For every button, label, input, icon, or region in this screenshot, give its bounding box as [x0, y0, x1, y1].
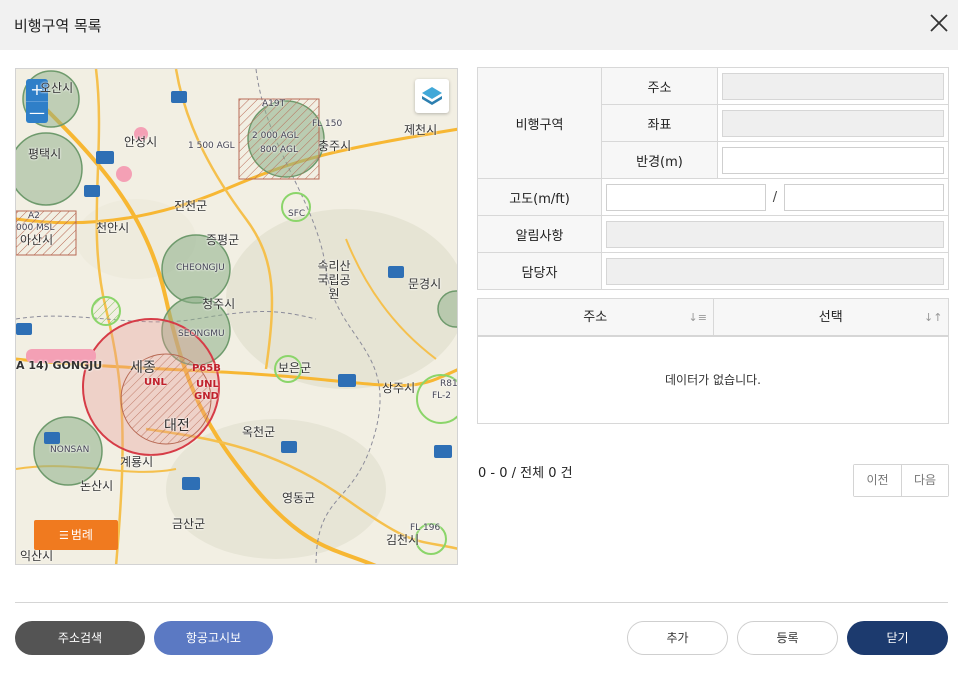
menu-icon: ☰	[59, 529, 69, 542]
map-label-okcheon: 옥천군	[242, 425, 276, 439]
empty-message: 데이터가 없습니다.	[665, 373, 761, 387]
zone-list-table: 주소 ↓≡ 선택 ↓↑ 데이터가 없습니다.	[477, 298, 949, 424]
altitude-max-input[interactable]	[784, 183, 944, 211]
address-search-button[interactable]: 주소검색	[15, 621, 145, 655]
coordinate-label: 좌표	[601, 104, 718, 142]
add-button[interactable]: 추가	[627, 621, 728, 655]
notice-label: 알림사항	[477, 215, 602, 253]
map-label-cheongju-ap: CHEONGJU	[176, 263, 225, 273]
map-label-fl2: FL-2	[432, 391, 452, 401]
map-label-osan: 오산시	[40, 81, 74, 95]
map-label-r81: R81	[440, 379, 458, 389]
map-label-jecheon: 제천시	[404, 123, 438, 137]
map-view[interactable]: + — 오산시 안성시 제천시 충주시 평택시 천안시 아산시 진천군 증평군 …	[15, 68, 458, 565]
notice-field	[606, 220, 944, 248]
manager-field	[606, 257, 944, 285]
register-button[interactable]: 등록	[737, 621, 838, 655]
column-address[interactable]: 주소 ↓≡	[478, 299, 713, 335]
close-icon[interactable]	[928, 12, 950, 34]
pagination-info: 0 - 0 / 전체 0 건	[478, 466, 573, 481]
notam-button[interactable]: 항공고시보	[154, 621, 273, 655]
map-label-gimcheon: 김천시	[386, 533, 420, 547]
map-label-songnisan: 속리산 국립공원	[317, 259, 351, 301]
map-label-fl150: FL 150	[312, 119, 343, 129]
prev-page-button[interactable]: 이전	[854, 465, 901, 496]
map-label-sejong: 세종	[130, 360, 156, 376]
map-label-cheongju: 청주시	[202, 297, 236, 311]
table-header: 주소 ↓≡ 선택 ↓↑	[478, 299, 948, 337]
map-label-fl196: FL 196	[410, 523, 441, 533]
map-label-nonsan: 논산시	[80, 479, 114, 493]
map-label-unl-2: UNL	[196, 379, 219, 390]
map-label-daejeon: 대전	[164, 418, 190, 434]
footer-divider	[15, 602, 948, 603]
map-label-yeongdong: 영동군	[282, 491, 316, 505]
map-label-msl1000: 000 MSL	[16, 223, 55, 233]
map-label-agl800: 800 AGL	[260, 145, 299, 155]
address-field	[722, 72, 944, 100]
column-address-label: 주소	[583, 310, 608, 325]
coordinate-field	[722, 109, 944, 137]
pagination: 이전 다음	[853, 464, 949, 497]
map-label-chungju: 충주시	[318, 139, 352, 153]
map-label-seongmu: SEONGMU	[178, 329, 225, 339]
address-label: 주소	[601, 67, 718, 105]
map-label-mungyeong: 문경시	[408, 277, 442, 291]
next-page-button[interactable]: 다음	[901, 465, 948, 496]
map-label-boeun: 보은군	[278, 361, 312, 375]
column-select-label: 선택	[818, 310, 843, 325]
dialog-header: 비행구역 목록	[0, 0, 958, 50]
map-label-unl-1: UNL	[144, 377, 167, 388]
map-label-a19t: A19T	[262, 99, 286, 109]
manager-label: 담당자	[477, 252, 602, 290]
sort-desc-icon[interactable]: ↓≡	[689, 310, 707, 326]
sort-icon[interactable]: ↓↑	[924, 310, 942, 326]
map-label-sangju: 상주시	[382, 381, 416, 395]
altitude-separator: /	[772, 189, 778, 205]
layer-toggle-button[interactable]	[415, 79, 449, 113]
map-label-jincheon: 진천군	[174, 199, 208, 213]
radius-input[interactable]	[722, 146, 944, 174]
altitude-min-input[interactable]	[606, 183, 766, 211]
legend-button[interactable]: ☰ 범례	[34, 520, 118, 550]
map-label-pyeongtaek: 평택시	[28, 147, 62, 161]
zoom-out-button[interactable]: —	[26, 101, 48, 123]
close-button[interactable]: 닫기	[847, 621, 948, 655]
flight-zone-form: 비행구역 주소 좌표 반경(m) 고도(m/ft) / 알림사항 담당자	[477, 67, 949, 290]
map-label-gongju: A 14) GONGJU	[16, 359, 103, 372]
map-label-jeungpyeong: 증평군	[206, 233, 240, 247]
map-label-asan: 아산시	[20, 233, 54, 247]
column-select[interactable]: 선택 ↓↑	[712, 299, 949, 335]
map-label-agl2000: 2 000 AGL	[252, 131, 299, 141]
dialog-title: 비행구역 목록	[14, 17, 102, 35]
map-label-p65b: P65B	[192, 363, 221, 374]
flight-zone-group-label: 비행구역	[477, 67, 602, 179]
map-label-gyeryong: 계룡시	[120, 455, 154, 469]
map-label-sfc: SFC	[288, 209, 306, 219]
map-label-cheonan: 천안시	[96, 221, 130, 235]
map-label-nonsan-ap: NONSAN	[50, 445, 90, 455]
radius-label: 반경(m)	[601, 141, 718, 179]
map-label-geumsan: 금산군	[172, 517, 206, 531]
altitude-label: 고도(m/ft)	[477, 178, 602, 216]
legend-label: 범례	[70, 528, 93, 542]
map-label-anseong: 안성시	[124, 135, 158, 149]
map-label-agl1500: 1 500 AGL	[188, 141, 235, 151]
layers-icon	[422, 87, 442, 105]
map-label-gnd: GND	[194, 391, 219, 402]
map-label-a2: A2	[28, 211, 40, 221]
